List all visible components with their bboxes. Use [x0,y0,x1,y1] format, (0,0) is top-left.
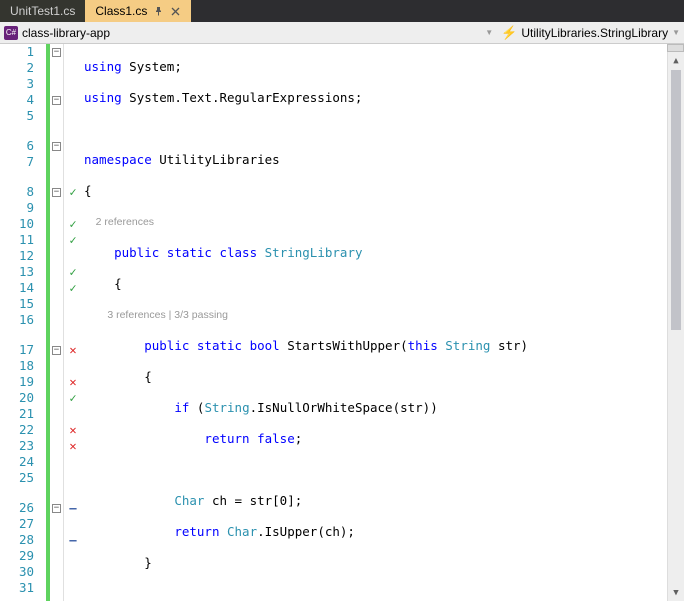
pass-icon: ✓ [64,390,82,406]
code-editor[interactable]: 12345 67 8910111213141516 17181920212223… [0,44,684,601]
pass-icon: ✓ [64,264,82,280]
pass-icon: ✓ [64,216,82,232]
pass-icon: ✓ [64,280,82,296]
tab-label: Class1.cs [95,4,147,18]
nav-member[interactable]: ⚡ UtilityLibraries.StringLibrary [501,25,668,41]
scroll-up-icon[interactable]: ▲ [668,52,684,69]
fold-toggle[interactable]: − [52,504,61,513]
pass-icon: ✓ [64,184,82,200]
tab-label: UnitTest1.cs [10,4,75,18]
csharp-icon: C# [4,26,18,40]
fold-toggle[interactable]: − [52,96,61,105]
codelens[interactable]: 2 references [84,214,684,230]
fail-icon: ✕ [64,342,82,358]
pin-icon[interactable] [153,6,163,16]
fail-icon: ✕ [64,374,82,390]
codelens[interactable]: 3 references | 3/3 passing [84,307,684,323]
untested-icon: — [64,500,82,516]
scrollbar-thumb[interactable] [671,70,681,330]
fold-toggle[interactable]: − [52,346,61,355]
tab-class1[interactable]: Class1.cs [85,0,191,22]
fold-toggle[interactable]: − [52,48,61,57]
pass-icon: ✓ [64,232,82,248]
nav-member-label: UtilityLibraries.StringLibrary [521,26,668,40]
gutter: 12345 67 8910111213141516 17181920212223… [0,44,82,601]
fail-icon: ✕ [64,422,82,438]
vertical-scrollbar[interactable]: ▲ ▼ [667,52,684,601]
test-status-column: ✓ ✓ ✓ ✓ ✓ ✕ ✕ ✓ ✕ ✕ — — [64,44,82,601]
chevron-down-icon[interactable]: ▼ [672,28,680,37]
nav-scope-label: class-library-app [22,26,110,40]
nav-scope[interactable]: C# class-library-app [4,26,485,40]
fold-toggle[interactable]: − [52,188,61,197]
scroll-down-icon[interactable]: ▼ [668,584,684,601]
tab-unittest[interactable]: UnitTest1.cs [0,0,85,22]
fold-toggle[interactable]: − [52,142,61,151]
fail-icon: ✕ [64,438,82,454]
outline-column: − − − − − − [50,44,64,601]
split-handle[interactable] [667,44,684,52]
navigation-bar: C# class-library-app ▼ ⚡ UtilityLibrarie… [0,22,684,44]
line-numbers: 12345 67 8910111213141516 17181920212223… [0,44,46,601]
chevron-down-icon[interactable]: ▼ [485,28,493,37]
tab-bar: UnitTest1.cs Class1.cs [0,0,684,22]
lightning-icon: ⚡ [501,25,517,41]
untested-icon: — [64,532,82,548]
close-icon[interactable] [169,5,181,17]
code-area[interactable]: using System; using System.Text.RegularE… [82,44,684,601]
